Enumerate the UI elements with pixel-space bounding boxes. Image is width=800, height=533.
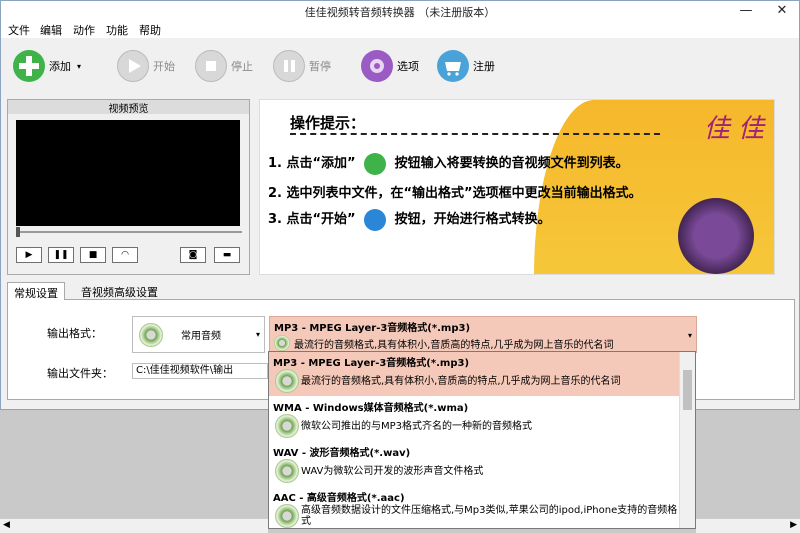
dropdown-scrollbar[interactable] (679, 352, 695, 528)
output-format-select[interactable]: MP3 - MPEG Layer-3音频格式(*.mp3) 最流行的音频格式,具… (269, 316, 697, 353)
video-preview-panel: 视频预览 ▶ ❚❚ ■ ◠ ◙ ▬ (7, 99, 250, 275)
horizontal-scrollbar-right[interactable]: ▶ (696, 518, 800, 533)
chevron-down-icon: ▾ (255, 330, 260, 339)
snapshot-button[interactable]: ◙ (180, 247, 206, 263)
menu-help[interactable]: 帮助 (139, 22, 161, 38)
music-icon (275, 504, 299, 528)
pause-icon: ❚❚ (53, 250, 69, 260)
camera-icon: ◙ (188, 250, 198, 260)
preview-play-button[interactable]: ▶ (16, 247, 42, 263)
tips-banner: 佳 佳 操作提示： 1. 点击“添加” 按钮输入将要转换的音视频文件到列表。 2… (259, 99, 775, 275)
tip-line-3: 3. 点击“开始” 按钮，开始进行格式转换。 (268, 208, 551, 231)
format-option-mp3[interactable]: MP3 - MPEG Layer-3音频格式(*.mp3) 最流行的音频格式,具… (269, 352, 679, 396)
output-format-label: 输出格式： (47, 327, 102, 340)
dropdown-scrollbar-thumb[interactable] (683, 370, 692, 410)
format-category-select[interactable]: 常用音频 ▾ (132, 316, 265, 353)
tips-heading: 操作提示： (290, 114, 366, 132)
snapshot-folder-button[interactable]: ▬ (214, 247, 240, 263)
video-screen (16, 120, 240, 226)
stop-icon: ■ (88, 250, 98, 260)
tab-general-settings[interactable]: 常规设置 (7, 282, 65, 300)
video-preview-title: 视频预览 (8, 100, 249, 115)
cart-icon (437, 50, 469, 82)
tip-line-2: 2. 选中列表中文件，在“输出格式”选项框中更改当前输出格式。 (268, 186, 642, 201)
headphones-icon: ◠ (121, 250, 129, 260)
plus-icon (364, 152, 387, 175)
music-icon (274, 335, 290, 351)
format-option-wma[interactable]: WMA - Windows媒体音频格式(*.wma) 微软公司推出的与MP3格式… (269, 397, 679, 441)
scroll-left-icon[interactable]: ◀ (3, 520, 10, 530)
stop-button[interactable]: 停止 (195, 49, 253, 83)
pause-button[interactable]: 暂停 (273, 49, 331, 83)
chevron-down-icon: ▾ (77, 61, 82, 71)
brand-logo: 佳 佳 (703, 114, 764, 144)
tips-divider (290, 133, 660, 135)
scroll-right-icon[interactable]: ▶ (790, 520, 797, 530)
preview-volume-button[interactable]: ◠ (112, 247, 138, 263)
gear-icon (361, 50, 393, 82)
start-button[interactable]: 开始 (117, 49, 175, 83)
music-disc-icon (678, 198, 754, 274)
app-window: 佳佳视频转音频转换器 （未注册版本） — ✕ 文件 编辑 动作 功能 帮助 添加… (0, 0, 800, 410)
format-dropdown-list: MP3 - MPEG Layer-3音频格式(*.mp3) 最流行的音频格式,具… (268, 351, 696, 529)
music-icon (275, 369, 299, 393)
horizontal-scrollbar-left[interactable]: ◀ (0, 518, 268, 533)
menu-action[interactable]: 动作 (73, 22, 95, 38)
seek-bar[interactable] (16, 231, 242, 233)
seek-thumb[interactable] (16, 227, 20, 237)
menu-function[interactable]: 功能 (106, 22, 128, 38)
stop-icon (195, 50, 227, 82)
title-bar: 佳佳视频转音频转换器 （未注册版本） — ✕ (1, 1, 799, 20)
music-icon (275, 459, 299, 483)
format-option-aac[interactable]: AAC - 高级音频格式(*.aac) 高级音频数据设计的文件压缩格式,与Mp3… (269, 487, 679, 528)
add-button[interactable]: 添加 ▾ (13, 49, 81, 83)
play-icon (364, 208, 387, 231)
toolbar: 添加 ▾ 开始 停止 暂停 选项 注册 (1, 39, 799, 95)
window-title: 佳佳视频转音频转换器 （未注册版本） (304, 6, 496, 19)
play-icon: ▶ (25, 250, 33, 260)
close-button[interactable]: ✕ (765, 1, 799, 20)
settings-tabs: 常规设置 音视频高级设置 (7, 282, 795, 300)
pause-icon (273, 50, 305, 82)
output-folder-label: 输出文件夹： (47, 367, 113, 380)
music-icon (275, 414, 299, 438)
plus-icon (13, 50, 45, 82)
output-folder-field[interactable]: C:\佳佳视频软件\输出 (132, 363, 268, 379)
options-button[interactable]: 选项 (361, 49, 419, 83)
register-button[interactable]: 注册 (437, 49, 495, 83)
preview-stop-button[interactable]: ■ (80, 247, 106, 263)
menu-edit[interactable]: 编辑 (40, 22, 62, 38)
music-icon (139, 322, 163, 347)
folder-icon: ▬ (222, 250, 232, 260)
menu-bar: 文件 编辑 动作 功能 帮助 (1, 20, 799, 38)
tip-line-1: 1. 点击“添加” 按钮输入将要转换的音视频文件到列表。 (268, 152, 629, 175)
preview-pause-button[interactable]: ❚❚ (48, 247, 74, 263)
format-option-wav[interactable]: WAV - 波形音频格式(*.wav) WAV为微软公司开发的波形声音文件格式 (269, 442, 679, 486)
chevron-down-icon: ▾ (687, 331, 692, 340)
minimize-button[interactable]: — (729, 1, 763, 20)
tab-advanced-settings[interactable]: 音视频高级设置 (75, 282, 164, 300)
menu-file[interactable]: 文件 (8, 22, 30, 38)
play-icon (117, 50, 149, 82)
